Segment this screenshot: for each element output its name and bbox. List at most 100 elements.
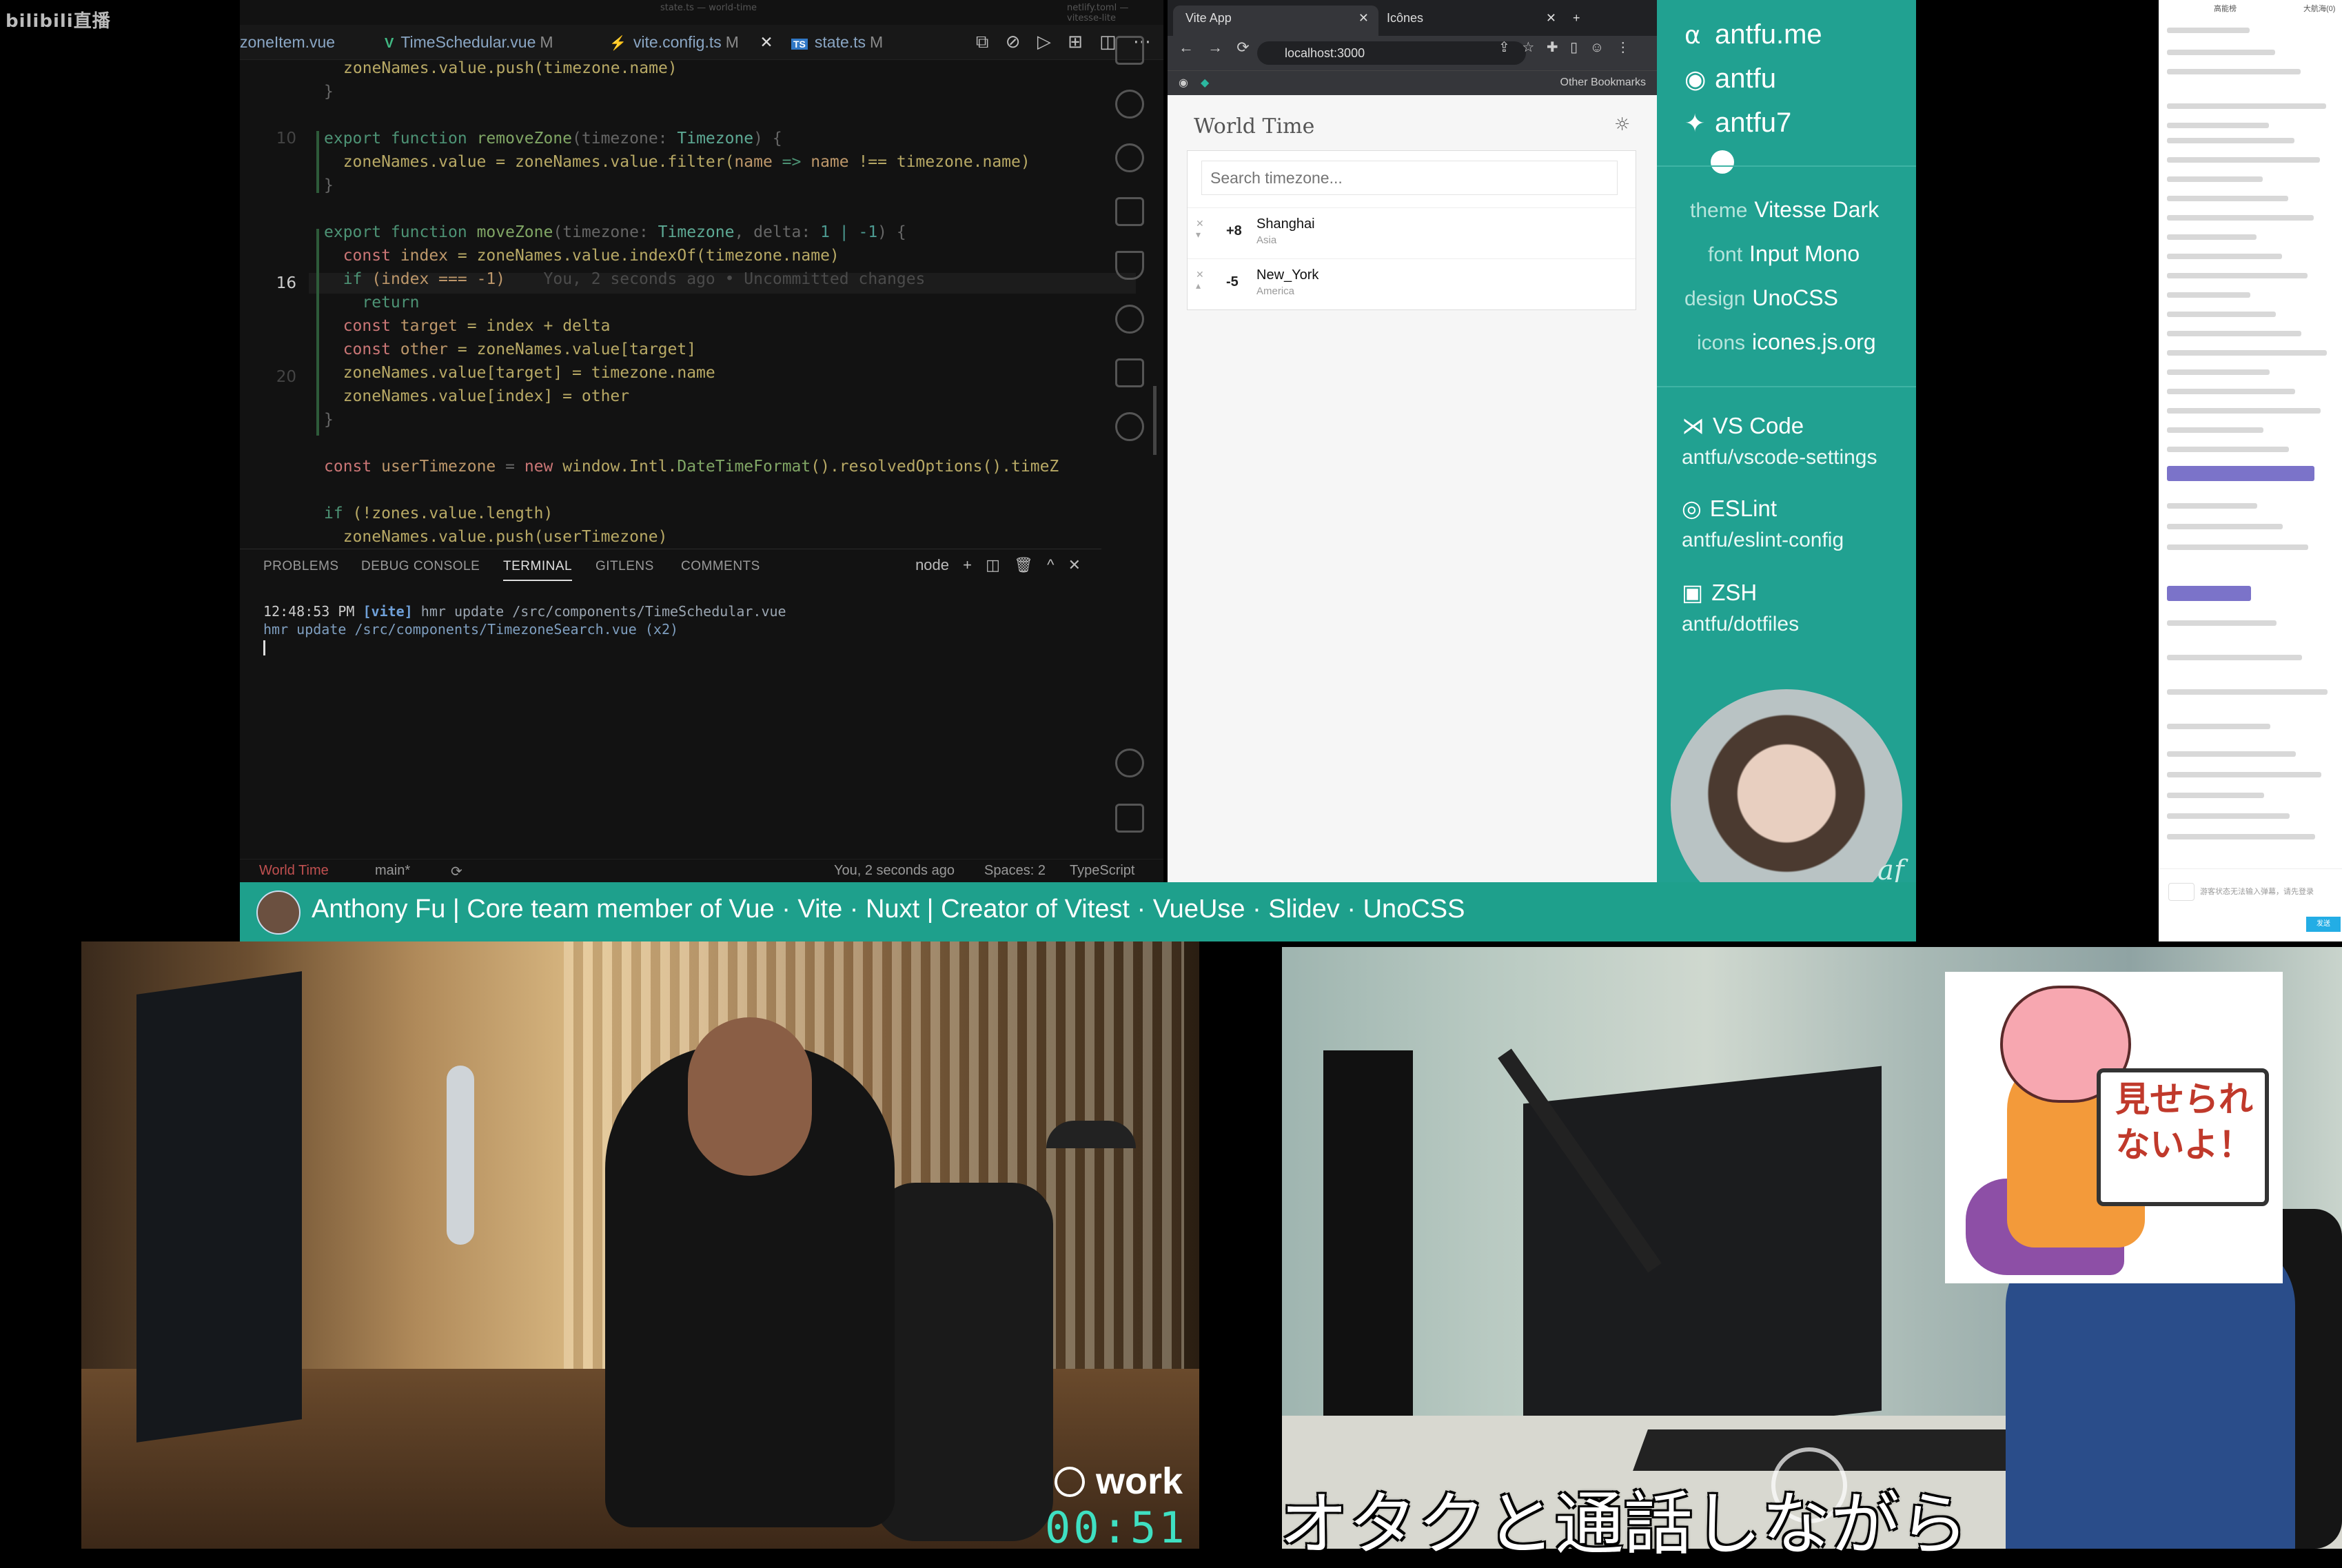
open-changes-icon[interactable]: ⊞ — [1068, 32, 1083, 52]
search-icon[interactable] — [1115, 90, 1144, 119]
maximize-panel-icon[interactable]: ^ — [1047, 556, 1054, 573]
back-icon[interactable]: ← — [1179, 39, 1194, 56]
timezone-row[interactable]: ✕ ▴ -5 New_York America — [1188, 258, 1636, 310]
vscode-icon: ⋊ — [1682, 413, 1704, 438]
tab-debug-console[interactable]: DEBUG CONSOLE — [361, 559, 480, 574]
chat-input-area[interactable]: 游客状态无法输入弹幕，请先登录 — [2159, 868, 2342, 924]
split-editor-icon[interactable]: ◫ — [1099, 32, 1117, 52]
tab-label: zoneItem.vue — [240, 33, 336, 51]
split-compare-icon[interactable]: ⧉ — [976, 32, 989, 52]
tab-close-icon[interactable]: ✕ — [1546, 6, 1556, 30]
tab-fleet[interactable]: 大航海(0) — [2303, 3, 2335, 14]
chat-message — [2167, 503, 2257, 509]
trash-icon[interactable]: 🗑 — [1014, 556, 1033, 573]
send-button[interactable]: 发送 — [2306, 917, 2341, 932]
menu-icon[interactable]: ⋮ — [1616, 40, 1630, 55]
other-bookmarks[interactable]: Other Bookmarks — [1560, 77, 1646, 89]
theme-toggle-icon[interactable]: ☼ — [1614, 114, 1630, 135]
tab-gitlens[interactable]: GITLENS — [595, 559, 654, 574]
code-line: const userTimezone = new window.Intl.Dat… — [324, 458, 1059, 476]
status-branch[interactable]: main* — [375, 863, 410, 879]
tab-state-ts[interactable]: TS state.ts M — [791, 25, 883, 59]
tab-close-icon[interactable]: ✕ — [760, 33, 773, 51]
tool-repo: antfu/dotfiles — [1682, 613, 1800, 635]
remove-icon[interactable]: ✕ ▾ — [1196, 218, 1204, 240]
address-bar[interactable]: localhost:3000 — [1257, 41, 1526, 65]
close-panel-icon[interactable]: ✕ — [1068, 556, 1081, 573]
tab-vite-config[interactable]: ⚡ vite.config.ts M ✕ — [609, 25, 773, 59]
terminal-panel: PROBLEMS DEBUG CONSOLE TERMINAL GITLENS … — [240, 549, 1101, 862]
vite-file-icon: ⚡ — [609, 36, 627, 51]
bookmark-icon[interactable]: ◆ — [1201, 76, 1209, 90]
video-subtitle: オタクと通話しながら — [1279, 1484, 1968, 1565]
tab-label: vite.config.ts — [633, 33, 722, 51]
window-title-right: netlify.toml — vitesse-lite — [1067, 3, 1129, 23]
star-icon[interactable]: ☆ — [1522, 40, 1534, 55]
browser-tab-vite-app[interactable]: Vite App ✕ — [1173, 6, 1378, 36]
tab-rank[interactable]: 高能榜 — [2214, 3, 2237, 14]
gitlens-sidebar-icon[interactable] — [1115, 412, 1144, 441]
share-icon[interactable]: ⇪ — [1498, 40, 1510, 55]
run-icon[interactable]: ▷ — [1037, 32, 1051, 52]
forward-icon[interactable]: → — [1208, 39, 1223, 56]
config-icons: icons icones.js.org — [1697, 329, 1876, 354]
code-line: } — [324, 411, 334, 429]
testing-icon[interactable] — [1115, 251, 1144, 280]
chat-message — [2167, 689, 2328, 695]
typescript-file-icon: TS — [791, 39, 808, 50]
timezone-row[interactable]: ✕ ▾ +8 Shanghai Asia — [1188, 207, 1636, 259]
terminal-icon: ▣ — [1682, 580, 1704, 605]
browser-tab-icones[interactable]: Icônes ✕ — [1374, 6, 1566, 36]
github-bookmark-icon[interactable]: ◉ — [1179, 76, 1188, 90]
chat-message — [2167, 751, 2296, 757]
code-line: const other = zoneNames.value[target] — [324, 340, 697, 358]
account-icon[interactable] — [1115, 749, 1144, 777]
manage-gear-icon[interactable] — [1115, 804, 1144, 833]
chat-message — [2167, 273, 2308, 278]
editor-scrollbar[interactable] — [1153, 386, 1157, 455]
sidebar-icon[interactable]: ▯ — [1570, 40, 1578, 55]
tab-timeschedular[interactable]: V TimeSchedular.vue M — [385, 25, 553, 59]
chat-message — [2167, 793, 2264, 798]
window-title-left: state.ts — world-time — [660, 3, 757, 13]
code-editor[interactable]: 10 16 20 zoneNames.value.push(timezone.n… — [240, 59, 1136, 546]
github-icon[interactable] — [1115, 305, 1144, 334]
extensions-icon[interactable]: ✚ — [1547, 40, 1558, 55]
new-tab-icon[interactable]: + — [1560, 6, 1580, 36]
reload-icon[interactable]: ⟳ — [1236, 39, 1249, 56]
microphone — [447, 1066, 474, 1245]
gitlens-icon[interactable]: ⊘ — [1006, 32, 1021, 52]
tab-zoneitem[interactable]: zoneItem.vue — [240, 25, 335, 59]
status-language[interactable]: TypeScript — [1070, 863, 1134, 879]
tab-problems[interactable]: PROBLEMS — [263, 559, 339, 574]
chat-message — [2167, 28, 2250, 33]
new-terminal-icon[interactable]: + — [963, 556, 972, 573]
tab-close-icon[interactable]: ✕ — [1358, 6, 1369, 30]
terminal-selector[interactable]: node — [915, 556, 949, 573]
window-title-strip: state.ts — world-time netlify.toml — vit… — [447, 0, 1163, 23]
tab-comments[interactable]: COMMENTS — [681, 559, 760, 574]
chat-message — [2167, 834, 2315, 839]
sync-icon[interactable]: ⟳ — [451, 863, 462, 880]
avatar-small — [1711, 150, 1734, 174]
tab-terminal[interactable]: TERMINAL — [503, 559, 573, 581]
debug-icon[interactable] — [1115, 197, 1144, 226]
status-blame[interactable]: You, 2 seconds ago — [834, 863, 955, 879]
remove-icon[interactable]: ✕ ▴ — [1196, 269, 1204, 291]
fan-medal-icon[interactable] — [2168, 883, 2195, 901]
chat-message — [2167, 427, 2263, 433]
chat-message — [2167, 813, 2290, 819]
explorer-icon[interactable] — [1115, 36, 1144, 65]
remote-explorer-icon[interactable] — [1115, 358, 1144, 387]
status-spaces[interactable]: Spaces: 2 — [984, 863, 1046, 879]
split-terminal-icon[interactable]: ◫ — [986, 556, 1000, 573]
divider — [1657, 165, 1916, 167]
chat-message — [2167, 292, 2250, 298]
source-control-icon[interactable] — [1115, 143, 1144, 172]
search-timezone-input[interactable] — [1201, 161, 1618, 195]
vscode-window: state.ts — world-time netlify.toml — vit… — [240, 0, 1163, 882]
chat-message — [2167, 176, 2263, 182]
profile-icon[interactable]: ☺ — [1590, 40, 1604, 55]
status-workspace[interactable]: World Time — [259, 863, 329, 879]
chat-message — [2167, 312, 2276, 317]
